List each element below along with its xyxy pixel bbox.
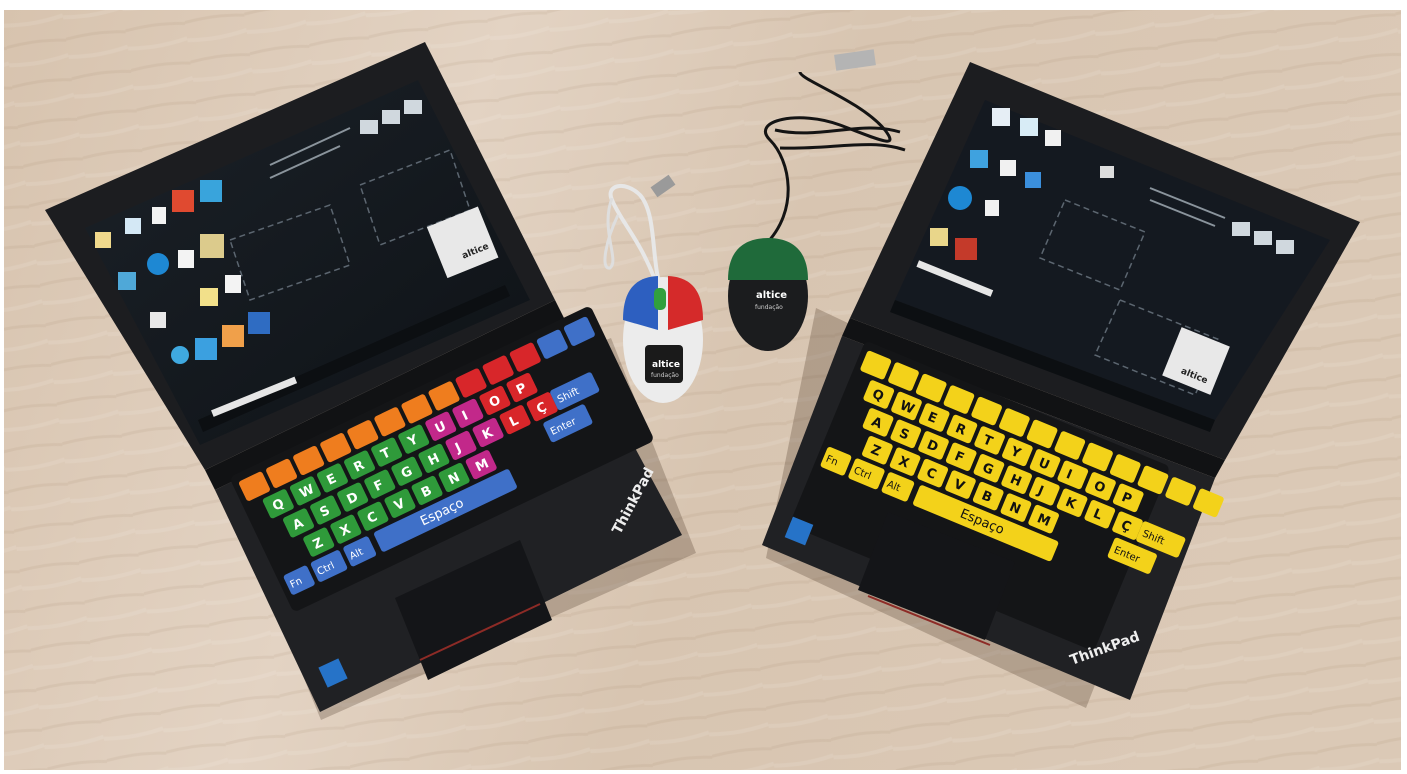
svg-text:fundação: fundação — [755, 304, 783, 311]
svg-text:fundação: fundação — [651, 372, 679, 379]
svg-text:altice: altice — [756, 290, 787, 301]
svg-text:altice: altice — [652, 360, 680, 370]
photo-scene: altice QWERTYUIOPASDFGHJKLÇZXCVBNMFnCtrl… — [4, 10, 1401, 770]
